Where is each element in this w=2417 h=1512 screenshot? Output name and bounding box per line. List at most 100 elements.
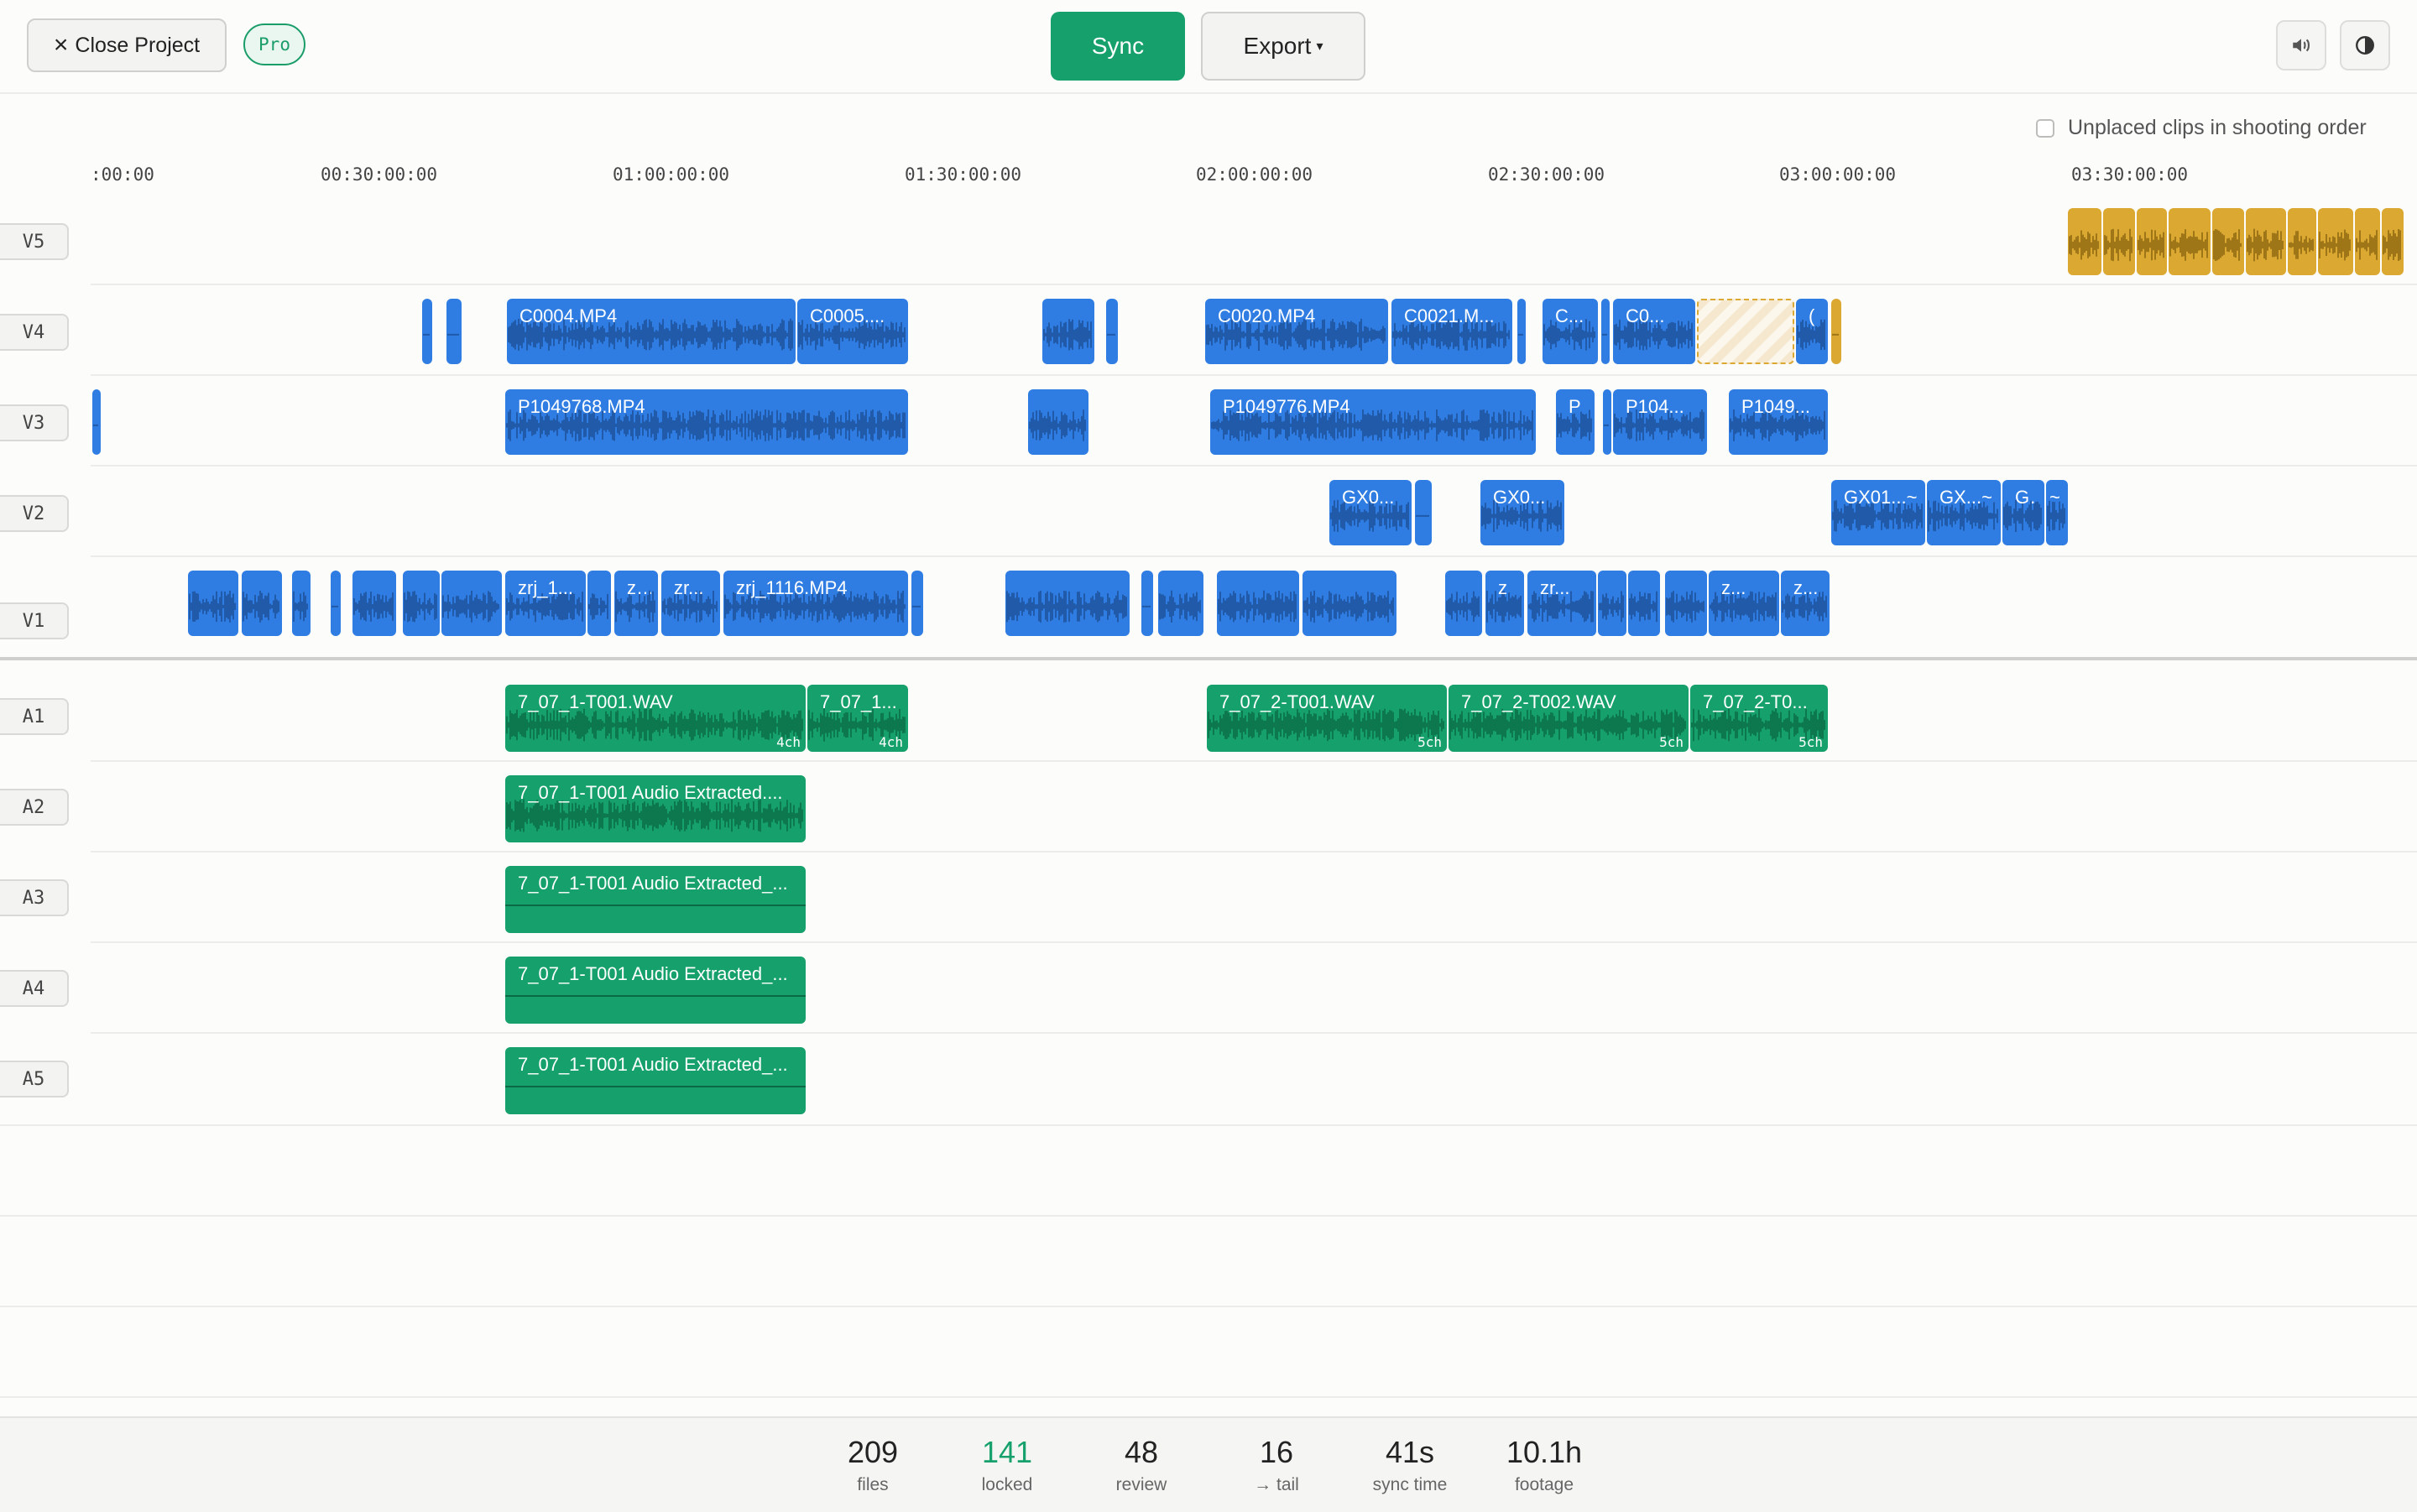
video-clip[interactable]: C0004.MP4 xyxy=(507,299,796,364)
video-clip[interactable] xyxy=(422,299,432,364)
video-clip[interactable] xyxy=(1028,389,1088,455)
video-clip[interactable] xyxy=(441,571,502,636)
waveform xyxy=(1142,605,1151,607)
video-clip[interactable] xyxy=(1517,299,1526,364)
video-clip[interactable] xyxy=(1445,571,1482,636)
video-clip[interactable] xyxy=(242,571,282,636)
audio-clip[interactable]: 7_07_1-T001 Audio Extracted_... xyxy=(505,866,806,933)
video-clip[interactable]: G.. xyxy=(2002,480,2044,545)
video-clip[interactable] xyxy=(92,389,101,455)
video-clip[interactable] xyxy=(352,571,396,636)
video-audio-divider[interactable] xyxy=(0,657,2417,660)
video-clip[interactable] xyxy=(911,571,923,636)
unplaced-clip[interactable] xyxy=(2212,208,2244,275)
unplaced-clip[interactable] xyxy=(2068,208,2101,275)
video-clip[interactable] xyxy=(1601,299,1610,364)
video-clip[interactable]: zr... xyxy=(661,571,720,636)
audio-clip[interactable]: 7_07_1-T001 Audio Extracted_... xyxy=(505,1047,806,1114)
track-label-a3[interactable]: A3 xyxy=(0,879,69,916)
unplaced-clip[interactable] xyxy=(2382,208,2404,275)
unplaced-clip[interactable] xyxy=(2137,208,2167,275)
audio-clip[interactable]: 7_07_2-T0... 5ch xyxy=(1690,685,1828,752)
theme-toggle-button[interactable] xyxy=(2340,20,2390,70)
placeholder-clip[interactable] xyxy=(1697,299,1794,364)
video-clip[interactable] xyxy=(1603,389,1611,455)
track-label-v5[interactable]: V5 xyxy=(0,223,69,260)
audio-clip[interactable]: 7_07_2-T002.WAV 5ch xyxy=(1449,685,1689,752)
video-clip[interactable] xyxy=(1665,571,1707,636)
video-clip[interactable] xyxy=(1217,571,1299,636)
unplaced-clip[interactable] xyxy=(2246,208,2286,275)
unplaced-clip[interactable] xyxy=(2288,208,2316,275)
unplaced-clips-toggle[interactable]: Unplaced clips in shooting order xyxy=(2036,116,2367,140)
video-clip[interactable]: C0021.M... xyxy=(1391,299,1512,364)
track-label-a1[interactable]: A1 xyxy=(0,698,69,735)
video-clip[interactable] xyxy=(1042,299,1094,364)
video-clip[interactable]: P1049... xyxy=(1729,389,1828,455)
video-clip[interactable] xyxy=(403,571,440,636)
video-clip[interactable]: P1049768.MP4 xyxy=(505,389,908,455)
track-label-v3[interactable]: V3 xyxy=(0,404,69,441)
track-label-a4[interactable]: A4 xyxy=(0,970,69,1007)
video-clip[interactable]: ( xyxy=(1796,299,1828,364)
video-clip[interactable]: ~ xyxy=(2046,480,2068,545)
video-clip[interactable]: C... xyxy=(1543,299,1598,364)
waveform-path xyxy=(1446,591,1480,622)
unplaced-checkbox[interactable] xyxy=(2036,118,2054,138)
video-clip[interactable] xyxy=(1598,571,1626,636)
video-clip[interactable] xyxy=(292,571,311,636)
waveform-path xyxy=(506,708,803,742)
video-clip[interactable]: zrj_1116.MP4 xyxy=(723,571,908,636)
close-project-button[interactable]: × Close Project xyxy=(27,18,227,72)
video-clip[interactable]: z xyxy=(1485,571,1524,636)
video-clip[interactable] xyxy=(587,571,611,636)
track-label-v4[interactable]: V4 xyxy=(0,314,69,351)
unplaced-clip[interactable] xyxy=(2318,208,2353,275)
video-clip[interactable]: P104... xyxy=(1613,389,1707,455)
video-clip[interactable]: C0005.... xyxy=(797,299,908,364)
audio-clip[interactable]: 7_07_1... 4ch xyxy=(807,685,908,752)
video-clip[interactable] xyxy=(1005,571,1130,636)
unplaced-clip[interactable] xyxy=(2169,208,2211,275)
video-clip[interactable]: P xyxy=(1556,389,1595,455)
audio-clip[interactable]: 7_07_1-T001.WAV 4ch xyxy=(505,685,806,752)
sync-button[interactable]: Sync xyxy=(1051,12,1185,81)
video-clip[interactable] xyxy=(1628,571,1660,636)
volume-button[interactable] xyxy=(2276,20,2326,70)
video-clip[interactable]: P1049776.MP4 xyxy=(1210,389,1536,455)
video-clip[interactable]: zr... xyxy=(1527,571,1596,636)
track-label-a5[interactable]: A5 xyxy=(0,1061,69,1098)
video-clip[interactable]: z... xyxy=(1781,571,1830,636)
unplaced-clip[interactable] xyxy=(2103,208,2135,275)
video-clip[interactable]: C0... xyxy=(1613,299,1695,364)
waveform xyxy=(353,592,394,622)
track-label-a2[interactable]: A2 xyxy=(0,789,69,826)
track-label-v2[interactable]: V2 xyxy=(0,495,69,532)
video-clip[interactable]: GX0... xyxy=(1480,480,1564,545)
audio-clip[interactable]: 7_07_1-T001 Audio Extracted_... xyxy=(505,957,806,1024)
unplaced-clip[interactable] xyxy=(1831,299,1841,364)
clip-name: zr... xyxy=(674,577,704,598)
stat-label: review xyxy=(1115,1475,1167,1494)
video-clip[interactable]: z... xyxy=(614,571,658,636)
video-clip[interactable] xyxy=(1302,571,1396,636)
audio-clip[interactable]: 7_07_1-T001 Audio Extracted.... xyxy=(505,775,806,842)
video-clip[interactable] xyxy=(331,571,341,636)
video-clip[interactable] xyxy=(1141,571,1153,636)
audio-clip[interactable]: 7_07_2-T001.WAV 5ch xyxy=(1207,685,1447,752)
video-clip[interactable]: GX0... xyxy=(1329,480,1412,545)
video-clip[interactable]: zrj_1... xyxy=(505,571,586,636)
video-clip[interactable]: C0020.MP4 xyxy=(1205,299,1388,364)
video-clip[interactable] xyxy=(446,299,462,364)
video-clip[interactable] xyxy=(188,571,238,636)
video-clip[interactable]: GX...~ xyxy=(1927,480,2001,545)
track-label-v1[interactable]: V1 xyxy=(0,602,69,639)
video-clip[interactable] xyxy=(1415,480,1432,545)
video-clip[interactable]: GX01...~ xyxy=(1831,480,1925,545)
video-clip[interactable]: z... xyxy=(1709,571,1779,636)
unplaced-clip[interactable] xyxy=(2355,208,2380,275)
video-clip[interactable] xyxy=(1158,571,1203,636)
video-clip[interactable] xyxy=(1106,299,1118,364)
waveform-path xyxy=(404,591,437,623)
export-button[interactable]: Export ▾ xyxy=(1201,12,1365,81)
